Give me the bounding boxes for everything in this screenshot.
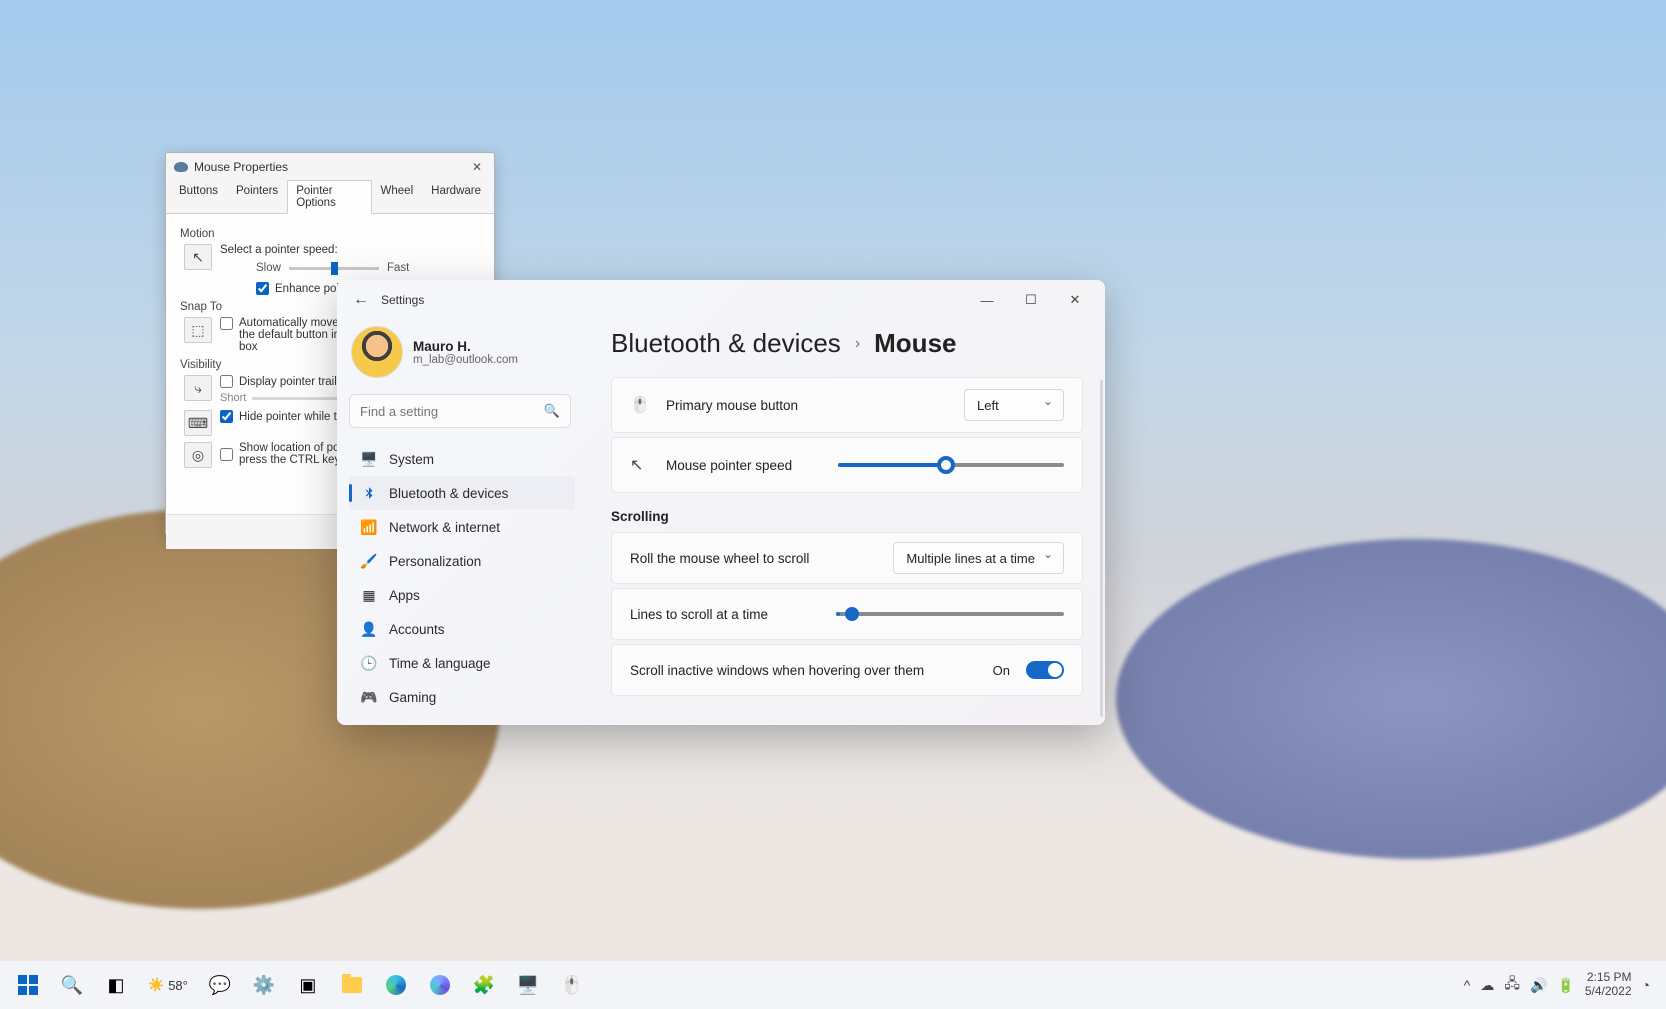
pointer-speed-label: Select a pointer speed: [220, 244, 480, 256]
lines-scroll-slider[interactable] [838, 604, 1064, 624]
settings-title: Settings [381, 293, 424, 307]
primary-button-select[interactable]: Left [964, 389, 1064, 421]
taskbar-icon-mouse[interactable]: 🖱️ [552, 965, 592, 1005]
bluetooth-icon [361, 485, 377, 501]
sidebar-item-system[interactable]: 🖥️ System [349, 442, 575, 476]
tray-chevron-icon[interactable]: ^ [1464, 977, 1471, 993]
breadcrumb: Bluetooth & devices › Mouse [611, 326, 1083, 377]
close-icon[interactable]: ✕ [468, 158, 486, 176]
mouse-icon: 🖱️ [630, 395, 650, 415]
nav-icon: 🎮 [361, 689, 377, 705]
sidebar-item-label: System [389, 452, 434, 467]
pointer-speed-slider[interactable] [838, 455, 1064, 475]
taskbar-icon-explorer[interactable] [332, 965, 372, 1005]
sidebar-item-label: Accounts [389, 622, 445, 637]
nav-icon: ▦ [361, 587, 377, 603]
pointer-speed-slider[interactable]: Slow Fast [256, 262, 480, 274]
sidebar-item-label: Gaming [389, 690, 436, 705]
notifications-icon[interactable]: ◔ [1642, 977, 1650, 993]
task-view-button[interactable]: ◧ [96, 965, 136, 1005]
sidebar-item-apps[interactable]: ▦ Apps [349, 578, 575, 612]
scrolling-section-title: Scrolling [611, 509, 1083, 524]
maximize-button[interactable]: ☐ [1009, 284, 1053, 316]
nav-icon: 🖌️ [361, 553, 377, 569]
sidebar-item-label: Time & language [389, 656, 491, 671]
settings-main: Bluetooth & devices › Mouse 🖱️ Primary m… [581, 320, 1105, 725]
user-email: m_lab@outlook.com [413, 354, 518, 366]
settings-sidebar: Mauro H. m_lab@outlook.com 🔍 🖥️ System Blu… [337, 320, 581, 725]
sidebar-item-label: Bluetooth & devices [389, 486, 508, 501]
taskbar-icon-edge-canary[interactable] [420, 965, 460, 1005]
pointer-trails-icon: ⤷ [184, 375, 212, 401]
nav-icon: 🖥️ [361, 451, 377, 467]
close-button[interactable]: ✕ [1053, 284, 1097, 316]
sidebar-item-label: Personalization [389, 554, 481, 569]
nav-icon: 👤 [361, 621, 377, 637]
roll-wheel-select[interactable]: Multiple lines at a time [893, 542, 1064, 574]
snapto-icon: ⬚ [184, 317, 212, 343]
sidebar-item-label: Apps [389, 588, 420, 603]
sidebar-item-label: Network & internet [389, 520, 500, 535]
roll-wheel-row: Roll the mouse wheel to scroll Multiple … [611, 532, 1083, 584]
taskbar-icon-settings[interactable]: ⚙️ [244, 965, 284, 1005]
avatar [351, 326, 403, 378]
tray-volume-icon[interactable]: 🔊 [1530, 977, 1547, 994]
lines-scroll-row: Lines to scroll at a time [611, 588, 1083, 640]
pointer-speed-icon: ↖ [184, 244, 212, 270]
tab-pointer-options[interactable]: Pointer Options [287, 180, 371, 214]
sidebar-item-personalization[interactable]: 🖌️ Personalization [349, 544, 575, 578]
toggle-state-label: On [993, 663, 1010, 678]
cursor-icon: ↖ [630, 455, 650, 475]
search-icon: 🔍 [544, 403, 560, 419]
search-input[interactable]: 🔍 [349, 394, 571, 428]
user-profile[interactable]: Mauro H. m_lab@outlook.com [349, 324, 575, 392]
pointer-trails-checkbox[interactable]: Display pointer trails [220, 375, 343, 388]
tab-buttons[interactable]: Buttons [170, 180, 227, 214]
sidebar-item-gaming[interactable]: 🎮 Gaming [349, 680, 575, 714]
tray-network-icon[interactable]: 🖧 [1504, 973, 1520, 997]
sidebar-item-time-language[interactable]: 🕒 Time & language [349, 646, 575, 680]
taskbar-icon-app2[interactable]: 🖥️ [508, 965, 548, 1005]
clock[interactable]: 2:15 PM 5/4/2022 [1585, 971, 1632, 999]
mouse-props-title: Mouse Properties [194, 160, 288, 174]
primary-button-row: 🖱️ Primary mouse button Left [611, 377, 1083, 433]
scroll-inactive-toggle[interactable] [1026, 661, 1064, 679]
start-button[interactable] [8, 965, 48, 1005]
nav-icon: 🕒 [361, 655, 377, 671]
tab-hardware[interactable]: Hardware [422, 180, 490, 214]
mouse-props-tabs: Buttons Pointers Pointer Options Wheel H… [166, 179, 494, 214]
minimize-button[interactable]: ― [965, 284, 1009, 316]
sidebar-item-network-internet[interactable]: 📶 Network & internet [349, 510, 575, 544]
user-name: Mauro H. [413, 339, 518, 354]
nav-icon: 📶 [361, 519, 377, 535]
pointer-speed-row: ↖ Mouse pointer speed [611, 437, 1083, 493]
back-button[interactable]: ← [345, 284, 377, 316]
tab-pointers[interactable]: Pointers [227, 180, 287, 214]
pointer-trails-slider[interactable] [252, 397, 338, 400]
scroll-inactive-row: Scroll inactive windows when hovering ov… [611, 644, 1083, 696]
breadcrumb-parent[interactable]: Bluetooth & devices [611, 328, 841, 359]
sidebar-item-accounts[interactable]: 👤 Accounts [349, 612, 575, 646]
sidebar-item-bluetooth-devices[interactable]: Bluetooth & devices [349, 476, 575, 510]
mouse-props-titlebar[interactable]: Mouse Properties ✕ [166, 153, 494, 179]
tray-onedrive-icon[interactable]: ☁ [1480, 977, 1494, 994]
breadcrumb-current: Mouse [874, 328, 956, 359]
taskbar: 🔍 ◧ ☀️58° 💬 ⚙️ ▣ 🧩 🖥️ 🖱️ ^ ☁ 🖧 🔊 🔋 2:15 … [0, 961, 1666, 1009]
weather-widget[interactable]: ☀️58° [140, 977, 196, 993]
motion-group-label: Motion [180, 228, 480, 240]
hide-typing-icon: ⌨ [184, 410, 212, 436]
tab-wheel[interactable]: Wheel [372, 180, 423, 214]
taskbar-icon-chat[interactable]: 💬 [200, 965, 240, 1005]
scrollbar[interactable] [1100, 380, 1103, 717]
taskbar-icon-app1[interactable]: 🧩 [464, 965, 504, 1005]
taskbar-icon-edge[interactable] [376, 965, 416, 1005]
tray-battery-icon[interactable]: 🔋 [1557, 977, 1574, 994]
show-location-icon: ◎ [184, 442, 212, 468]
taskbar-icon-terminal[interactable]: ▣ [288, 965, 328, 1005]
settings-window: ← Settings ― ☐ ✕ Mauro H. m_lab@outlook.… [337, 280, 1105, 725]
chevron-right-icon: › [855, 335, 860, 353]
settings-titlebar[interactable]: ← Settings ― ☐ ✕ [337, 280, 1105, 320]
search-button[interactable]: 🔍 [52, 965, 92, 1005]
mouse-icon [174, 162, 188, 172]
